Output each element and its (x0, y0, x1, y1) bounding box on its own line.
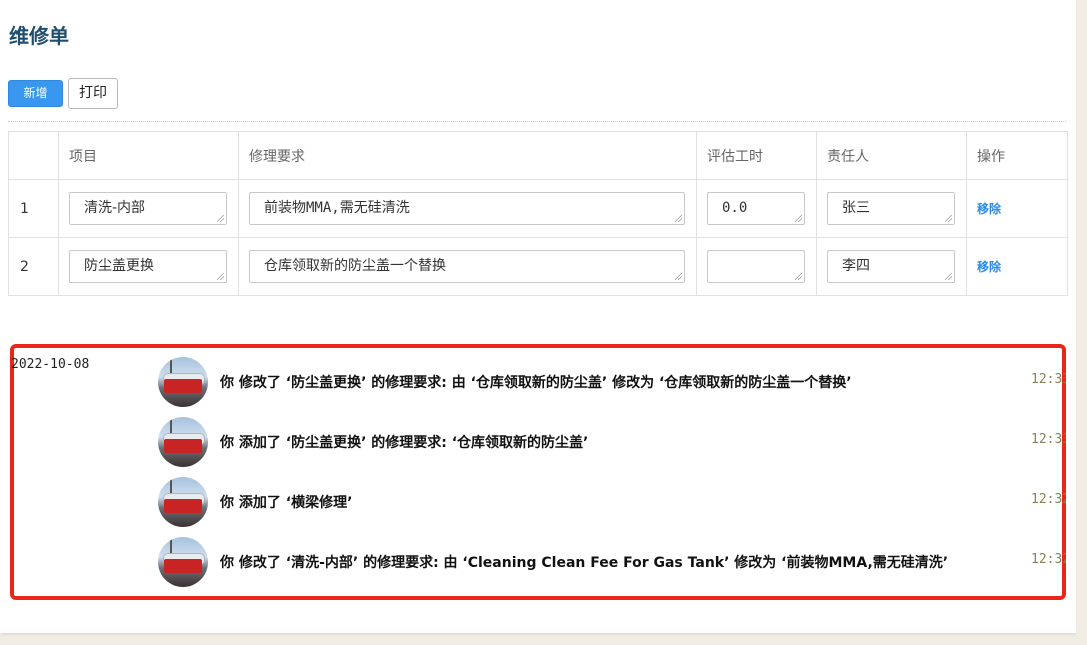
resize-handle-icon[interactable] (675, 215, 682, 222)
table-header-row: 项目 修理要求 评估工时 责任人 操作 (8, 131, 1068, 180)
requirement-value: 前装物MMA,需无硅清洗 (264, 200, 410, 216)
hours-value: 0.0 (722, 200, 748, 216)
resize-handle-icon[interactable] (795, 215, 802, 222)
person-cell: 张三 (816, 179, 967, 238)
header-action: 操作 (966, 131, 1068, 180)
person-field[interactable]: 张三 (827, 192, 955, 225)
log-entry-text: 你 修改了 ‘防尘盖更换’ 的修理要求: 由 ‘仓库领取新的防尘盖’ 修改为 ‘… (220, 375, 852, 391)
resize-handle-icon[interactable] (795, 273, 802, 280)
table-row: 2 防尘盖更换 仓库领取新的防尘盖一个替换 李四 移除 (8, 237, 1068, 296)
log-entry-time: 12:33 (1031, 432, 1066, 447)
tank-truck-avatar-icon (158, 477, 208, 527)
resize-handle-icon[interactable] (217, 215, 224, 222)
header-person: 责任人 (816, 131, 967, 180)
print-button[interactable]: 打印 (68, 78, 118, 109)
log-entry-text: 你 添加了 ‘防尘盖更换’ 的修理要求: ‘仓库领取新的防尘盖’ (220, 435, 589, 451)
tank-truck-avatar-icon (158, 357, 208, 407)
item-value: 防尘盖更换 (84, 258, 154, 274)
resize-handle-icon[interactable] (945, 273, 952, 280)
item-value: 清洗-内部 (84, 200, 146, 216)
log-entry: 你 添加了 ‘横梁修理’ 12:32 (158, 477, 1068, 527)
resize-handle-icon[interactable] (945, 215, 952, 222)
row-index: 1 (8, 179, 59, 238)
log-entry: 你 修改了 ‘清洗-内部’ 的修理要求: 由 ‘Cleaning Clean F… (158, 537, 1068, 587)
resize-handle-icon[interactable] (217, 273, 224, 280)
item-cell: 清洗-内部 (58, 179, 239, 238)
item-field[interactable]: 防尘盖更换 (69, 250, 227, 283)
remove-button[interactable]: 移除 (977, 260, 1001, 274)
requirement-cell: 仓库领取新的防尘盖一个替换 (238, 237, 697, 296)
item-cell: 防尘盖更换 (58, 237, 239, 296)
log-date: 2022-10-08 (11, 357, 90, 372)
page-title: 维修单 (9, 24, 69, 48)
person-value: 张三 (842, 200, 870, 216)
requirement-field[interactable]: 仓库领取新的防尘盖一个替换 (249, 250, 685, 283)
person-value: 李四 (842, 258, 870, 274)
hours-field[interactable]: 0.0 (707, 192, 805, 225)
requirement-value: 仓库领取新的防尘盖一个替换 (264, 258, 446, 274)
row-index: 2 (8, 237, 59, 296)
page-edge (1076, 0, 1087, 645)
divider (8, 121, 1066, 122)
log-entry: 你 修改了 ‘防尘盖更换’ 的修理要求: 由 ‘仓库领取新的防尘盖’ 修改为 ‘… (158, 357, 1068, 407)
remove-button[interactable]: 移除 (977, 202, 1001, 216)
log-entry-time: 12:32 (1031, 552, 1066, 567)
person-cell: 李四 (816, 237, 967, 296)
hours-cell (696, 237, 817, 296)
header-item: 项目 (58, 131, 239, 180)
requirement-cell: 前装物MMA,需无硅清洗 (238, 179, 697, 238)
action-cell: 移除 (966, 237, 1068, 296)
requirement-field[interactable]: 前装物MMA,需无硅清洗 (249, 192, 685, 225)
log-entry-time: 12:32 (1031, 492, 1066, 507)
main-panel: 维修单 新增 打印 项目 修理要求 评估工时 责任人 操作 1 清洗-内部 前装… (0, 0, 1076, 633)
add-button[interactable]: 新增 (8, 80, 63, 107)
header-hours: 评估工时 (696, 131, 817, 180)
log-entry: 你 添加了 ‘防尘盖更换’ 的修理要求: ‘仓库领取新的防尘盖’ 12:33 (158, 417, 1068, 467)
hours-field[interactable] (707, 250, 805, 283)
log-entry-time: 12:33 (1031, 372, 1066, 387)
tank-truck-avatar-icon (158, 537, 208, 587)
item-field[interactable]: 清洗-内部 (69, 192, 227, 225)
person-field[interactable]: 李四 (827, 250, 955, 283)
log-entry-text: 你 修改了 ‘清洗-内部’ 的修理要求: 由 ‘Cleaning Clean F… (220, 555, 949, 571)
header-requirement: 修理要求 (238, 131, 697, 180)
tank-truck-avatar-icon (158, 417, 208, 467)
log-entry-text: 你 添加了 ‘横梁修理’ (220, 495, 353, 511)
action-cell: 移除 (966, 179, 1068, 238)
repair-items-table: 项目 修理要求 评估工时 责任人 操作 1 清洗-内部 前装物MMA,需无硅清洗… (8, 131, 1068, 296)
resize-handle-icon[interactable] (675, 273, 682, 280)
header-index (8, 131, 59, 180)
table-row: 1 清洗-内部 前装物MMA,需无硅清洗 0.0 张三 移除 (8, 179, 1068, 238)
hours-cell: 0.0 (696, 179, 817, 238)
